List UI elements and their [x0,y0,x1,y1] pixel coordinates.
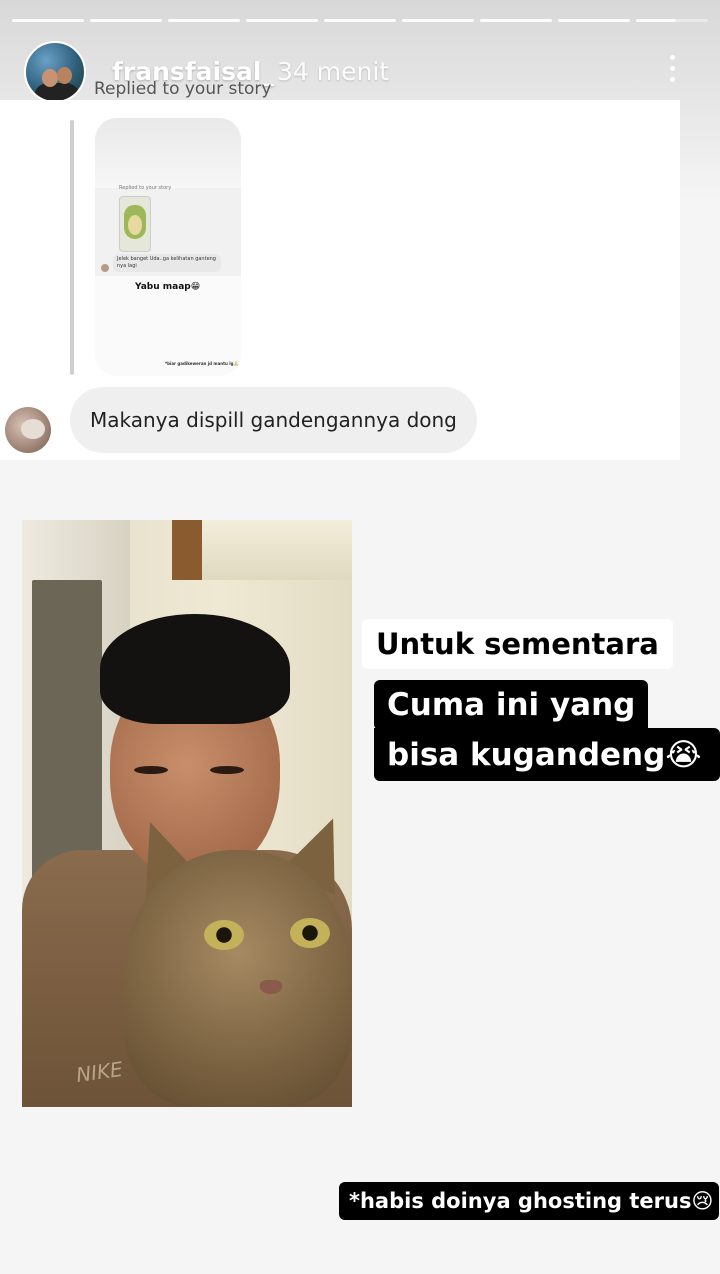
mini-header [95,118,241,188]
text-sticker-line3: bisa kugandeng😭 [374,728,720,781]
progress-segment [402,19,474,22]
selfie-with-cat-photo: NIKE [22,520,352,1107]
quote-bar [70,120,74,375]
mini-replied-label: Replied to your story [119,185,172,191]
story-progress-bar [12,19,708,22]
progress-segment-current [636,19,708,22]
mini-avatar [101,264,109,272]
text-sticker-line2: Cuma ini yang [374,680,648,730]
progress-segment [324,19,396,22]
profile-avatar[interactable] [24,41,86,103]
more-options-icon[interactable] [664,55,680,89]
text-sticker-footnote: *habis doinya ghosting terus😢 [339,1182,719,1220]
replied-label: Replied to your story [94,79,272,99]
mini-footer: *biar gadikeweran jd mantu lg🙏 [165,361,239,366]
mini-caption: Yabu maap😁 [135,282,201,292]
progress-segment [168,19,240,22]
replied-story-thumbnail[interactable]: Replied to your story Jelek banget Uda..… [95,118,241,376]
avocado-face [128,215,142,235]
text-sticker-line1: Untuk sementara [362,619,673,669]
avatar-face [57,67,72,84]
avocado-sticker-thumbnail [119,196,151,252]
progress-segment [12,19,84,22]
progress-segment [246,19,318,22]
avatar-face [42,69,58,87]
progress-segment [558,19,630,22]
progress-segment [480,19,552,22]
avatar-pet [21,419,45,439]
reply-message-bubble: Makanya dispill gandengannya dong [70,387,477,453]
post-time: 34 menit [277,57,390,86]
reply-avatar [5,407,51,453]
mini-reply-bubble: Jelek banget Uda..ga kelihatan ganteng n… [113,254,221,272]
progress-segment [90,19,162,22]
cat [124,850,352,1107]
